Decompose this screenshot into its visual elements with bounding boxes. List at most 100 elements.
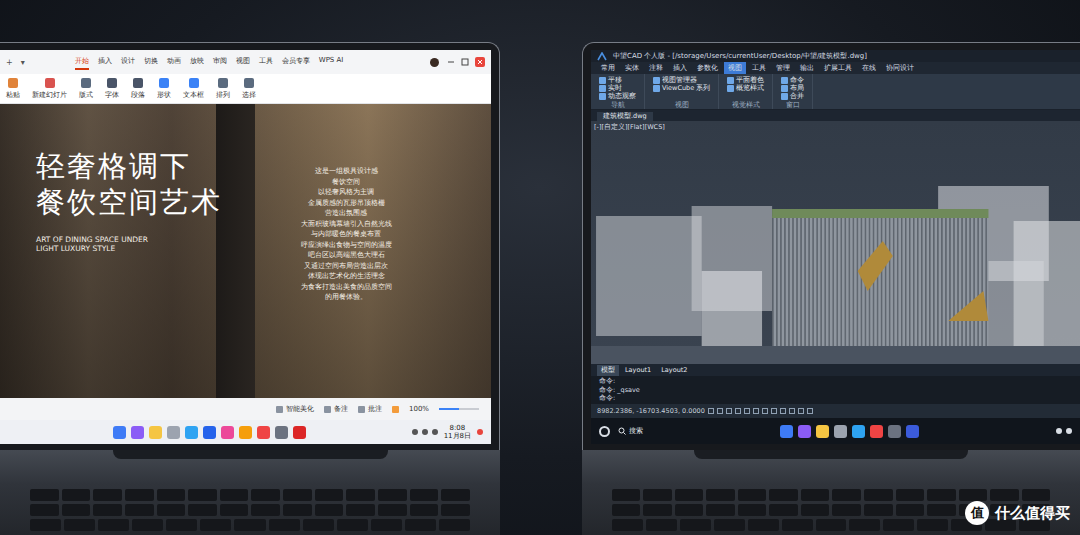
status-toggle-icon[interactable] [726, 408, 732, 414]
key[interactable] [959, 489, 988, 501]
key[interactable] [315, 504, 344, 516]
key[interactable] [738, 504, 767, 516]
key[interactable] [706, 489, 735, 501]
key[interactable] [896, 489, 925, 501]
arrow-icon[interactable] [1056, 428, 1062, 434]
key[interactable] [30, 504, 59, 516]
app-icon[interactable] [852, 425, 865, 438]
ribbon-button[interactable]: 平移 [599, 76, 636, 84]
key[interactable] [714, 519, 745, 531]
doc-tab-control[interactable]: ▾ [21, 58, 25, 67]
key[interactable] [30, 489, 59, 501]
menu-tab[interactable]: 设计 [121, 54, 135, 70]
app-icon[interactable] [221, 426, 234, 439]
key[interactable] [157, 504, 186, 516]
ribbon-button[interactable]: 粘贴 [6, 78, 20, 100]
app-icon[interactable] [798, 425, 811, 438]
app-icon[interactable] [780, 425, 793, 438]
clock[interactable]: 8:0811月8日 [444, 424, 471, 440]
app-icon[interactable] [834, 425, 847, 438]
status-toggle-icon[interactable] [771, 408, 777, 414]
menu-tab[interactable]: 参数化 [693, 62, 722, 74]
zoom-value[interactable]: 100% [409, 405, 429, 413]
key[interactable] [337, 519, 368, 531]
key[interactable] [132, 519, 163, 531]
key[interactable] [251, 504, 280, 516]
key[interactable] [188, 504, 217, 516]
zoom-slider[interactable] [439, 408, 479, 410]
app-icon[interactable] [275, 426, 288, 439]
wifi-icon[interactable] [1066, 428, 1072, 434]
key[interactable] [62, 504, 91, 516]
ribbon-button[interactable]: 命令 [781, 76, 804, 84]
command-line[interactable]: 命令:命令: _qsave命令: [591, 376, 1080, 404]
layout-tab[interactable]: Layout2 [657, 365, 691, 375]
app-icon[interactable] [185, 426, 198, 439]
key[interactable] [157, 489, 186, 501]
close-icon[interactable] [475, 57, 485, 67]
key[interactable] [769, 504, 798, 516]
search[interactable]: 搜索 [618, 426, 643, 436]
menu-tab[interactable]: 动画 [167, 54, 181, 70]
menu-tab[interactable]: 常用 [597, 62, 619, 74]
menu-tab[interactable]: 审阅 [213, 54, 227, 70]
app-icon[interactable] [131, 426, 144, 439]
notification-icon[interactable] [477, 429, 483, 435]
menu-tab[interactable]: 工具 [259, 54, 273, 70]
slide[interactable]: 轻奢格调下餐饮空间艺术ART OF DINING SPACE UNDERLIGH… [0, 104, 491, 398]
ribbon-button[interactable]: 排列 [216, 78, 230, 100]
ribbon-button[interactable]: 文本框 [183, 78, 204, 100]
app-icon[interactable] [870, 425, 883, 438]
layout-tab[interactable]: 模型 [597, 365, 619, 376]
menu-tab[interactable]: WPS AI [319, 54, 344, 70]
key[interactable] [706, 504, 735, 516]
ribbon-button[interactable]: ViewCube 系列 [653, 84, 710, 92]
key[interactable] [612, 519, 643, 531]
key[interactable] [220, 489, 249, 501]
file-tab[interactable]: 建筑模型.dwg [597, 112, 653, 121]
key[interactable] [816, 519, 847, 531]
key[interactable] [315, 489, 344, 501]
app-icon[interactable] [203, 426, 216, 439]
key[interactable] [125, 489, 154, 501]
key[interactable] [234, 519, 265, 531]
app-icon[interactable] [257, 426, 270, 439]
key[interactable] [378, 504, 407, 516]
key[interactable] [927, 489, 956, 501]
doc-tab-control[interactable]: + [6, 58, 13, 67]
key[interactable] [680, 519, 711, 531]
key[interactable] [864, 489, 893, 501]
ribbon-button[interactable]: 实时 [599, 84, 636, 92]
menu-tab[interactable]: 注释 [645, 62, 667, 74]
start-icon[interactable] [599, 426, 610, 437]
status-item[interactable]: 批注 [358, 404, 382, 414]
key[interactable] [769, 489, 798, 501]
ribbon-button[interactable]: 版式 [79, 78, 93, 100]
app-icon[interactable] [293, 426, 306, 439]
menu-tab[interactable]: 放映 [190, 54, 204, 70]
app-icon[interactable] [906, 425, 919, 438]
key[interactable] [801, 504, 830, 516]
key[interactable] [441, 504, 470, 516]
key[interactable] [98, 519, 129, 531]
key[interactable] [93, 504, 122, 516]
viewport-label[interactable]: [-][自定义][Flat][WCS] [594, 123, 665, 132]
menu-tab[interactable]: 在线 [858, 62, 880, 74]
key[interactable] [269, 519, 300, 531]
ribbon-button[interactable]: 选择 [242, 78, 256, 100]
view-icon[interactable] [392, 406, 399, 413]
key[interactable] [832, 489, 861, 501]
ribbon-button[interactable]: 字体 [105, 78, 119, 100]
menu-tab[interactable]: 协同设计 [882, 62, 918, 74]
minimize-icon[interactable] [447, 58, 455, 66]
key[interactable] [738, 489, 767, 501]
menu-tab[interactable]: 扩展工具 [820, 62, 856, 74]
ribbon-button[interactable]: 布局 [781, 84, 804, 92]
ribbon-button[interactable]: 合并 [781, 92, 804, 100]
ribbon-button[interactable]: 视图管理器 [653, 76, 710, 84]
status-toggle-icon[interactable] [753, 408, 759, 414]
key[interactable] [864, 504, 893, 516]
status-toggle-icon[interactable] [807, 408, 813, 414]
key[interactable] [371, 519, 402, 531]
app-icon[interactable] [239, 426, 252, 439]
